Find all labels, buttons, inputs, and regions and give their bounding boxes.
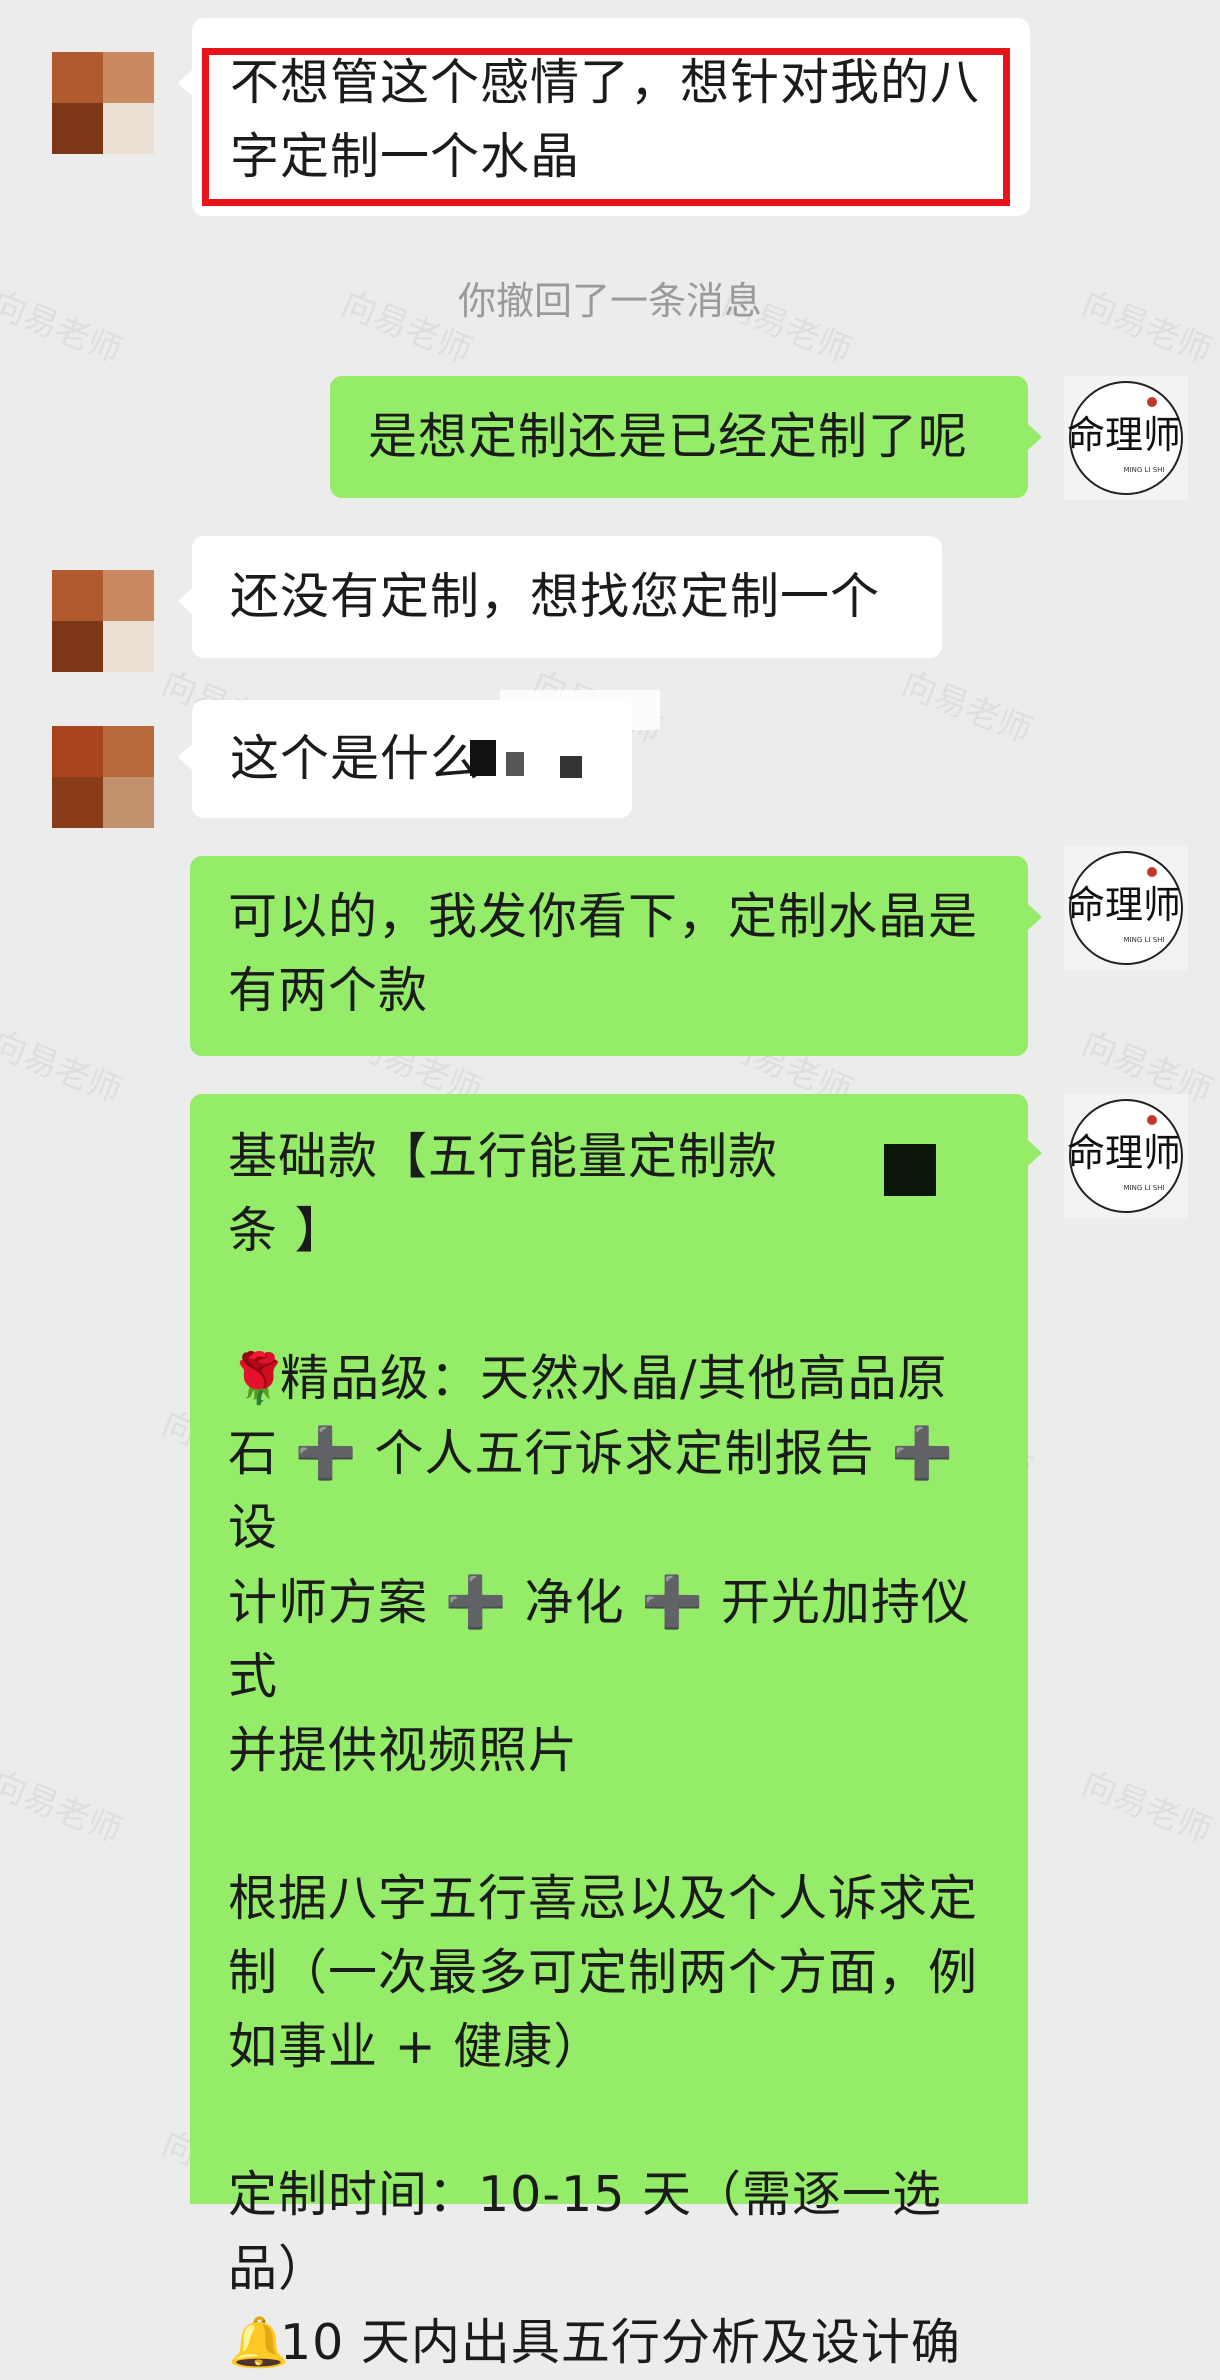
- watermark: 向易老师: [0, 1023, 128, 1112]
- logo-icon: 命理师 MING LI SHI: [1067, 381, 1183, 495]
- mosaic-mark: [470, 740, 496, 776]
- message-line: 条 】: [228, 1202, 345, 1259]
- message-text: 是想定制还是已经定制了呢: [368, 408, 969, 465]
- message-text: 可以的，我发你看下，定制水晶是有两个款: [228, 888, 979, 1019]
- message-line-plus: 石 ➕ 个人五行诉求定制报告 ➕ 设: [228, 1416, 1008, 1565]
- logo-icon: 命理师 MING LI SHI: [1067, 851, 1183, 965]
- bubble-tail: [1028, 1140, 1042, 1166]
- bell-icon: 🔔: [228, 2314, 291, 2371]
- highlight-box: [202, 48, 1010, 206]
- contact-avatar[interactable]: [52, 726, 154, 828]
- message-line-text: 设: [228, 1499, 279, 1556]
- logo-subtitle: MING LI SHI: [1124, 466, 1165, 474]
- logo-title: 命理师: [1067, 1131, 1181, 1175]
- message-line-plus: 计师方案 ➕ 净化 ➕ 开光加持仪式: [228, 1565, 1008, 1714]
- mosaic-mark: [560, 756, 582, 778]
- message-line: 根据八字五行喜忌以及个人诉求定: [228, 1870, 979, 1927]
- logo-subtitle: MING LI SHI: [1124, 936, 1165, 944]
- message-line: 制（一次最多可定制两个方面，例: [228, 1944, 979, 2001]
- message-line-text: 净化: [524, 1574, 625, 1631]
- contact-avatar[interactable]: [52, 570, 154, 672]
- self-avatar[interactable]: 命理师 MING LI SHI: [1064, 846, 1188, 970]
- message-line: 定制时间：10-15 天（需逐一选品）: [228, 2166, 942, 2297]
- message-line: 如事业 + 健康）: [228, 2018, 604, 2075]
- rose-icon: 🌹: [228, 1350, 291, 1407]
- logo-title: 命理师: [1067, 883, 1181, 927]
- recall-notice: 你撤回了一条消息: [457, 279, 762, 323]
- blurred-region: [500, 690, 660, 730]
- message-bubble-outgoing[interactable]: 可以的，我发你看下，定制水晶是有两个款: [190, 856, 1028, 1056]
- message-line-bell: 🔔10 天内出具五行分析及设计确: [228, 2306, 1008, 2380]
- message-line-text: 个人五行诉求定制报告: [374, 1425, 875, 1482]
- plus-icon: ➕: [444, 1573, 508, 1631]
- message-line-rose: 🌹精品级：天然水晶/其他高品原: [228, 1342, 1008, 1416]
- message-bubble-outgoing[interactable]: 基础款【五行能量定制款 条 】 🌹精品级：天然水晶/其他高品原 石 ➕ 个人五行…: [190, 1094, 1028, 2371]
- bubble-tail: [1028, 424, 1042, 450]
- bubble-tail: [178, 744, 192, 770]
- message-line-text: 10 天内出具五行分析及设计确: [280, 2314, 961, 2371]
- plus-icon: ➕: [294, 1424, 358, 1482]
- message-text: 这个是什么: [230, 730, 481, 787]
- bubble-tail: [1028, 904, 1042, 930]
- plus-icon: ➕: [891, 1424, 955, 1482]
- logo-title: 命理师: [1067, 413, 1181, 457]
- message-line-text: 石: [228, 1425, 279, 1482]
- contact-avatar[interactable]: [52, 52, 154, 154]
- logo-icon: 命理师 MING LI SHI: [1067, 1099, 1183, 1213]
- plus-icon: ➕: [641, 1573, 705, 1631]
- message-line-text: 计师方案: [228, 1574, 429, 1631]
- mosaic-mark: [506, 752, 524, 776]
- watermark: 向易老师: [0, 1763, 128, 1852]
- self-avatar[interactable]: 命理师 MING LI SHI: [1064, 1094, 1188, 1218]
- bubble-tail: [178, 70, 192, 96]
- bubble-tail: [178, 588, 192, 614]
- message-text: 还没有定制，想找您定制一个: [230, 568, 881, 625]
- logo-subtitle: MING LI SHI: [1124, 1184, 1165, 1192]
- message-bubble-incoming[interactable]: 还没有定制，想找您定制一个: [192, 536, 942, 658]
- watermark: 向易老师: [1076, 1763, 1218, 1852]
- watermark: 向易老师: [896, 663, 1038, 752]
- message-line: 并提供视频照片: [228, 1722, 579, 1779]
- message-line-text: 精品级：天然水晶/其他高品原: [280, 1350, 948, 1407]
- message-bubble-outgoing[interactable]: 是想定制还是已经定制了呢: [330, 376, 1028, 498]
- self-avatar[interactable]: 命理师 MING LI SHI: [1064, 376, 1188, 500]
- redaction-block: [884, 1144, 936, 1196]
